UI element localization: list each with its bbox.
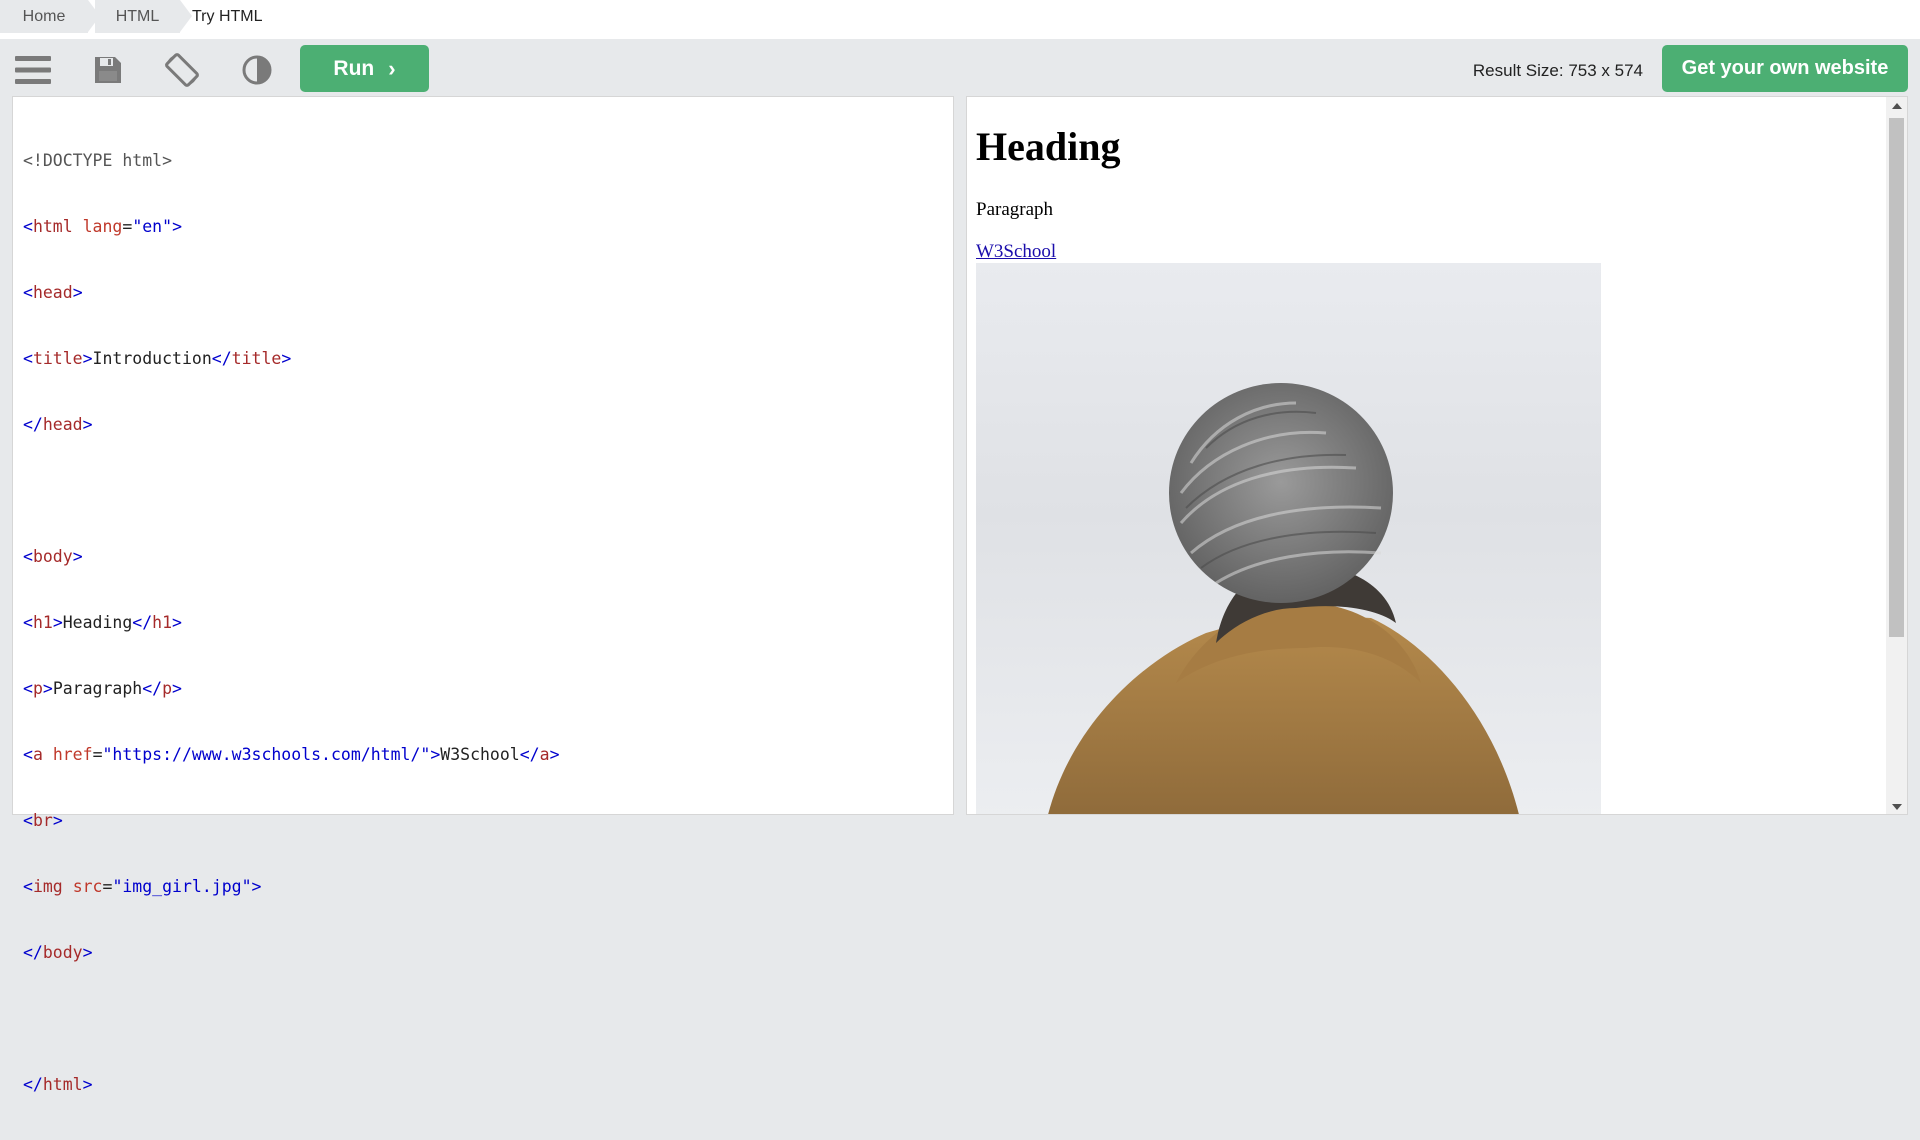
breadcrumb-separator bbox=[180, 0, 192, 32]
code-line: <h1>Heading</h1> bbox=[23, 613, 182, 632]
breadcrumb-home-link[interactable]: Home bbox=[0, 0, 88, 33]
scroll-up-icon[interactable] bbox=[1892, 103, 1902, 109]
scroll-down-icon[interactable] bbox=[1892, 804, 1902, 810]
save-icon[interactable] bbox=[88, 50, 128, 90]
code-line: <br> bbox=[23, 811, 63, 830]
breadcrumb-html-link[interactable]: HTML bbox=[95, 0, 180, 33]
code-doctype: <!DOCTYPE html> bbox=[23, 151, 173, 170]
breadcrumb-current: Try HTML bbox=[192, 8, 263, 25]
scroll-thumb[interactable] bbox=[1889, 118, 1904, 637]
run-button[interactable]: Run › bbox=[300, 45, 429, 92]
code-editor[interactable]: <!DOCTYPE html> <html lang="en"> <head> … bbox=[12, 96, 954, 1094]
result-heading: Heading bbox=[976, 124, 1121, 169]
code-line: <body> bbox=[23, 547, 83, 566]
chevron-right-icon: › bbox=[388, 55, 396, 81]
code-line: <html lang="en"> bbox=[23, 217, 182, 236]
code-line: </body> bbox=[23, 943, 93, 962]
girl-photo bbox=[976, 263, 1601, 814]
code-line: <head> bbox=[23, 283, 83, 302]
code-content[interactable]: <!DOCTYPE html> <html lang="en"> <head> … bbox=[23, 106, 560, 1140]
get-own-website-button[interactable]: Get your own website bbox=[1662, 45, 1908, 92]
result-scrollbar[interactable] bbox=[1886, 97, 1907, 814]
code-line: <title>Introduction</title> bbox=[23, 349, 292, 368]
code-line: </head> bbox=[23, 415, 93, 434]
panel-divider[interactable] bbox=[954, 96, 966, 815]
code-line: <a href="https://www.w3schools.com/html/… bbox=[23, 745, 560, 764]
code-line: </html> bbox=[23, 1075, 93, 1094]
menu-icon[interactable] bbox=[13, 50, 53, 90]
toolbar: Run › Result Size: 753 x 574 Get your ow… bbox=[0, 39, 1920, 95]
result-panel: Heading Paragraph W3School bbox=[966, 96, 1908, 815]
contrast-icon[interactable] bbox=[237, 50, 277, 90]
code-line: <p>Paragraph</p> bbox=[23, 679, 182, 698]
result-link[interactable]: W3School bbox=[976, 241, 1056, 263]
code-line: <!DOCTYPE html> bbox=[23, 150, 560, 172]
rotate-icon[interactable] bbox=[162, 50, 202, 90]
code-line: <img src="img_girl.jpg"> bbox=[23, 877, 262, 896]
run-button-label: Run bbox=[333, 56, 375, 80]
breadcrumb: Home HTML Try HTML bbox=[0, 0, 1920, 39]
result-paragraph: Paragraph bbox=[976, 199, 1054, 220]
result-size-label: Result Size: 753 x 574 bbox=[1472, 61, 1643, 80]
